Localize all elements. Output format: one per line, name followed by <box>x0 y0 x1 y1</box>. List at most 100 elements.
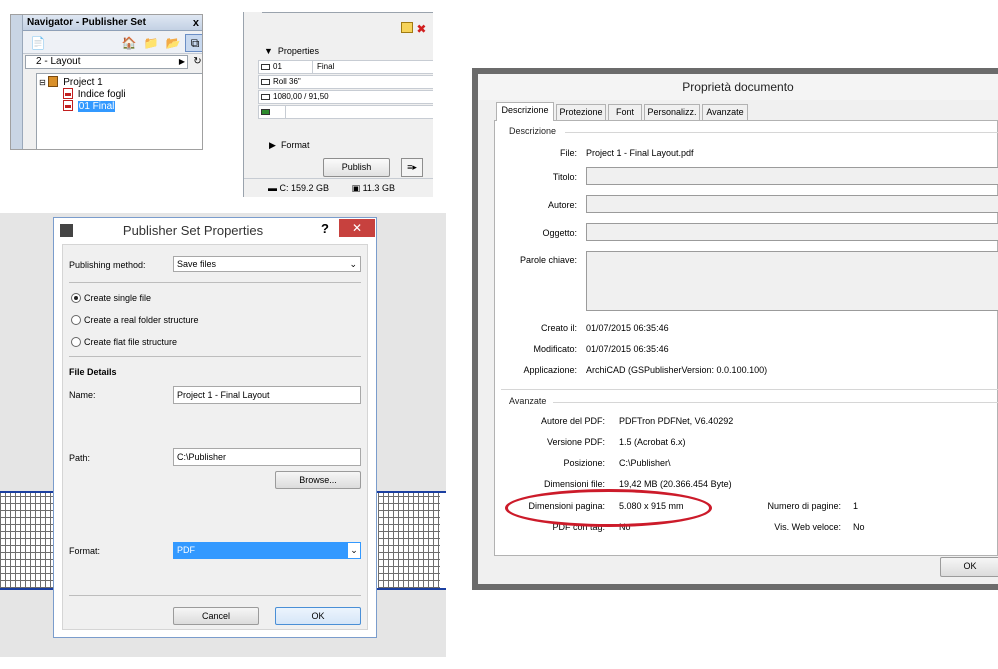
divider <box>69 282 361 283</box>
window-title: Proprietà documento <box>682 80 794 94</box>
divider <box>553 402 998 403</box>
applicazione-value: ArchiCAD (GSPublisherVersion: 0.0.100.10… <box>586 365 768 375</box>
dialog-title: Publisher Set Properties <box>122 223 264 238</box>
creato-label: Creato il: <box>540 323 577 333</box>
browse-button[interactable]: Browse... <box>275 471 361 489</box>
titolo-input[interactable] <box>586 167 998 185</box>
property-row[interactable]: 1080,00 / 91,50 <box>258 90 433 104</box>
group-descrizione-label: Descrizione <box>509 126 557 136</box>
format-section-header[interactable]: ▶ Format <box>269 140 309 151</box>
close-icon[interactable]: ✕ <box>339 219 375 237</box>
pdf-file-icon <box>63 88 73 99</box>
navigator-close-icon[interactable]: x <box>193 15 199 31</box>
delete-icon[interactable]: ✖ <box>416 22 426 36</box>
ok-button[interactable]: OK <box>275 607 361 625</box>
disk-other-space: 11.3 GB <box>362 183 395 193</box>
oggetto-label: Oggetto: <box>542 228 577 238</box>
property-value: Final <box>312 61 334 73</box>
radio-empty-icon <box>71 315 81 325</box>
tab-descrizione[interactable]: Descrizione <box>496 102 554 121</box>
ok-button[interactable]: OK <box>940 557 998 577</box>
path-input[interactable]: C:\Publisher <box>173 448 361 466</box>
navigator-set-selector[interactable]: 2 - Layout ▶ <box>25 55 188 69</box>
radio-label: Create single file <box>84 293 152 303</box>
tab-personalizzazione[interactable]: Personalizz. <box>644 104 700 120</box>
publisher-tree: ⊟ Project 1 Indice fogli 01 Final <box>36 73 202 149</box>
navigator-mode-icon[interactable]: 📄 <box>27 34 49 52</box>
autore-pdf-value: PDFTron PDFNet, V6.40292 <box>619 416 734 426</box>
autore-pdf-label: Autore del PDF: <box>540 416 605 426</box>
radio-create-single-file[interactable]: Create single file <box>71 293 151 304</box>
autore-input[interactable] <box>586 195 998 213</box>
property-key: 1080,00 / 91,50 <box>273 92 329 101</box>
navigator-toolbar: 📄 🏠 📁 📂 ⧉ <box>23 32 202 54</box>
dialog-body: Publishing method: Save files ⌄ Create s… <box>62 244 368 630</box>
vis-web-veloce-label: Vis. Web veloce: <box>774 522 841 532</box>
path-label: Path: <box>69 453 91 463</box>
disk-status: ▬ C: 159.2 GB ▣ 11.3 GB <box>244 178 433 197</box>
applicazione-label: Applicazione: <box>523 365 577 375</box>
parole-chiave-input[interactable] <box>586 251 998 311</box>
versione-pdf-label: Versione PDF: <box>546 437 605 447</box>
tree-label: Indice fogli <box>77 89 126 100</box>
navigator-set-value: 2 - Layout <box>36 56 81 67</box>
property-row[interactable]: 01 Final <box>258 60 433 74</box>
chevron-right-icon: ▶ <box>178 57 185 66</box>
tree-label: Project 1 <box>63 77 103 88</box>
modificato-value: 01/07/2015 06:35:46 <box>586 344 669 354</box>
publishing-method-value: Save files <box>177 259 217 269</box>
pdf-file-icon <box>63 100 73 111</box>
file-value: Project 1 - Final Layout.pdf <box>586 148 694 158</box>
chevron-down-icon: ⌄ <box>349 259 357 269</box>
dimensioni-file-value: 19,42 MB (20.366.454 Byte) <box>619 479 732 489</box>
group-avanzate-label: Avanzate <box>509 396 547 406</box>
name-input[interactable]: Project 1 - Final Layout <box>173 386 361 404</box>
cancel-button[interactable]: Cancel <box>173 607 259 625</box>
tab-font[interactable]: Font <box>608 104 642 120</box>
chevron-down-icon: ⌄ <box>348 543 360 558</box>
posizione-value: C:\Publisher\ <box>619 458 671 468</box>
tab-avanzate[interactable]: Avanzate <box>702 104 748 120</box>
dialog-titlebar: Publisher Set Properties ? ✕ <box>54 218 376 244</box>
radio-real-folder-structure[interactable]: Create a real folder structure <box>71 315 199 326</box>
project-icon <box>48 76 59 87</box>
tree-label: 01 Final <box>77 101 116 112</box>
publish-button[interactable]: Publish <box>323 158 390 177</box>
layout-book-icon[interactable]: 📂 <box>163 34 183 52</box>
format-select[interactable]: PDF ⌄ <box>173 542 361 559</box>
window-titlebar: Proprietà documento <box>478 74 998 100</box>
properties-section-header[interactable]: ▼ Properties <box>264 46 319 56</box>
file-label: File: <box>559 148 577 158</box>
help-icon[interactable]: ? <box>321 221 329 236</box>
tab-protezione[interactable]: Protezione <box>556 104 606 120</box>
property-row[interactable]: Roll 36" <box>258 75 433 89</box>
publish-options-icon[interactable]: ≡▸ <box>401 158 423 177</box>
modificato-label: Modificato: <box>533 344 577 354</box>
dimensioni-file-label: Dimensioni file: <box>543 479 605 489</box>
hard-disk-icon: ▬ <box>268 183 277 193</box>
radio-flat-file-structure[interactable]: Create flat file structure <box>71 337 177 348</box>
tree-item-final[interactable]: 01 Final <box>63 100 116 113</box>
divider <box>69 595 361 596</box>
format-label: Format: <box>69 546 101 556</box>
property-key: Roll 36" <box>273 77 301 86</box>
status-icon <box>261 109 270 115</box>
scale-icon <box>261 94 270 100</box>
memory-icon: ▣ <box>351 183 361 193</box>
view-map-icon[interactable]: 📁 <box>141 34 161 52</box>
radio-label: Create flat file structure <box>84 337 178 347</box>
creato-value: 01/07/2015 06:35:46 <box>586 323 669 333</box>
collapse-icon[interactable]: ⊟ <box>39 78 46 87</box>
publishing-method-select[interactable]: Save files ⌄ <box>173 256 361 272</box>
radio-label: Create a real folder structure <box>84 315 199 325</box>
sheet-id-icon <box>261 64 270 70</box>
oggetto-input[interactable] <box>586 223 998 241</box>
navigator-title: Navigator - Publisher Set <box>23 15 202 31</box>
name-label: Name: <box>69 390 96 400</box>
paper-size-icon <box>261 79 270 85</box>
publisher-sets-icon[interactable]: ⧉ <box>185 34 202 52</box>
property-row[interactable] <box>258 105 433 119</box>
refresh-icon[interactable]: ↻ <box>191 54 202 70</box>
new-item-icon[interactable] <box>401 22 413 33</box>
project-map-icon[interactable]: 🏠 <box>119 34 139 52</box>
